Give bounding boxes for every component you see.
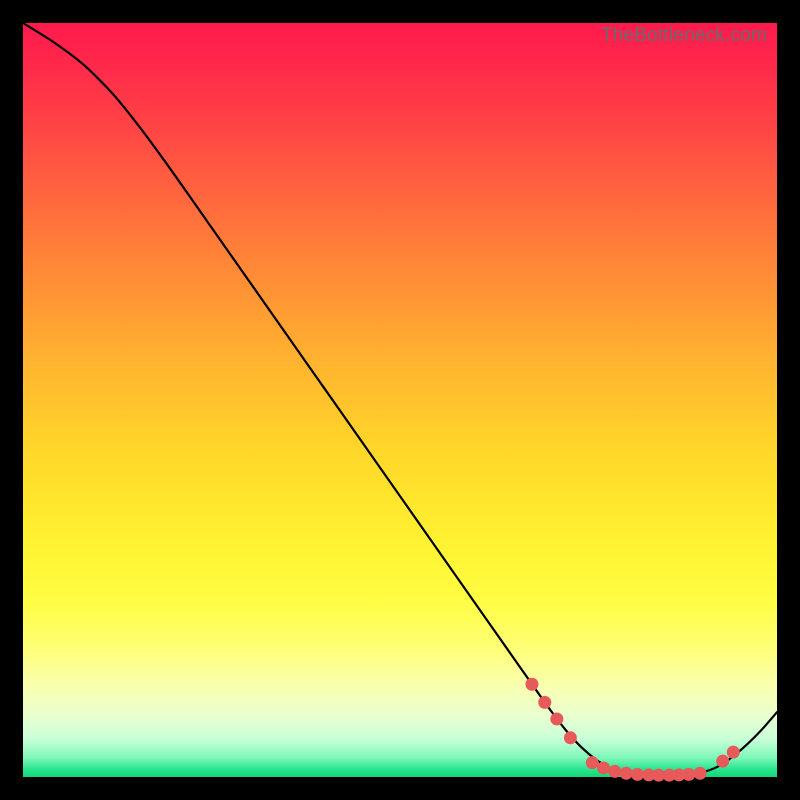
curve-marker bbox=[597, 761, 610, 774]
curve-marker bbox=[525, 678, 538, 691]
chart-plot-area: TheBottleneck.com bbox=[23, 23, 777, 777]
curve-marker bbox=[727, 746, 740, 759]
curve-marker bbox=[694, 767, 707, 780]
marker-group bbox=[525, 678, 739, 782]
curve-marker bbox=[550, 712, 563, 725]
bottleneck-curve bbox=[23, 23, 777, 776]
curve-marker bbox=[682, 768, 695, 781]
curve-marker bbox=[586, 756, 599, 769]
chart-svg bbox=[23, 23, 777, 777]
curve-marker bbox=[631, 768, 644, 781]
curve-marker bbox=[608, 765, 621, 778]
curve-marker bbox=[716, 755, 729, 768]
chart-frame: TheBottleneck.com bbox=[0, 0, 800, 800]
curve-marker bbox=[564, 731, 577, 744]
curve-marker bbox=[620, 767, 633, 780]
curve-marker bbox=[538, 696, 551, 709]
